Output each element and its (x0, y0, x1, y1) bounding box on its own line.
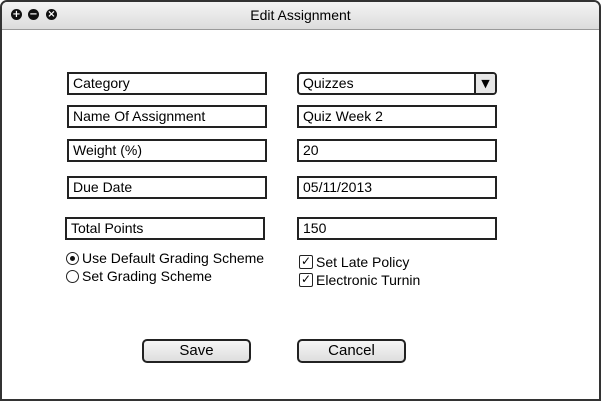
weight-input[interactable]: 20 (297, 139, 497, 162)
save-button[interactable]: Save (142, 339, 251, 363)
late-policy-checkbox[interactable]: ✓ (299, 255, 313, 269)
category-select-value: Quizzes (303, 75, 354, 91)
late-policy-label[interactable]: Set Late Policy (316, 254, 409, 270)
dropdown-arrow-icon[interactable]: ▼ (474, 74, 495, 93)
cancel-button[interactable]: Cancel (297, 339, 406, 363)
title-bar: + − × Edit Assignment (2, 2, 599, 30)
category-label: Category (67, 72, 267, 95)
due-date-input[interactable]: 05/11/2013 (297, 176, 497, 199)
default-grading-radio[interactable] (66, 252, 79, 265)
assignment-name-input[interactable]: Quiz Week 2 (297, 105, 497, 128)
set-grading-label[interactable]: Set Grading Scheme (82, 268, 212, 284)
category-select[interactable]: Quizzes ▼ (297, 72, 497, 95)
total-points-input[interactable]: 150 (297, 217, 497, 240)
set-grading-radio[interactable] (66, 270, 79, 283)
electronic-turnin-label[interactable]: Electronic Turnin (316, 272, 420, 288)
name-of-assignment-label: Name Of Assignment (67, 105, 267, 128)
edit-assignment-window: + − × Edit Assignment Category Name Of A… (0, 0, 601, 401)
total-points-label: Total Points (65, 217, 265, 240)
due-date-label: Due Date (67, 176, 267, 199)
window-title: Edit Assignment (250, 7, 351, 23)
default-grading-label[interactable]: Use Default Grading Scheme (82, 250, 264, 266)
weight-label: Weight (%) (67, 139, 267, 162)
electronic-turnin-checkbox[interactable]: ✓ (299, 273, 313, 287)
